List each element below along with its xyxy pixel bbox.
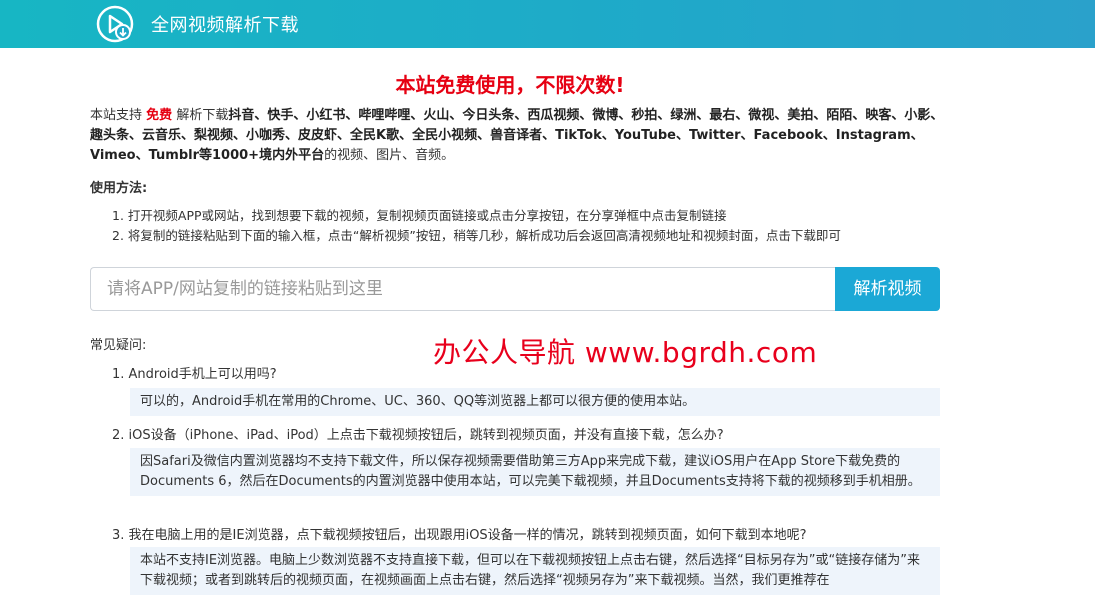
parse-video-button[interactable]: 解析视频 — [835, 267, 940, 311]
site-title[interactable]: 全网视频解析下载 — [151, 11, 299, 37]
headline: 本站免费使用，不限次数! — [395, 73, 625, 97]
faq-question: 3. 我在电脑上用的是IE浏览器，点下载视频按钮后，出现跟用iOS设备一样的情况… — [112, 528, 807, 543]
faq-answer: 因Safari及微信内置浏览器均不支持下载文件，所以保存视频需要借助第三方App… — [130, 448, 940, 496]
faq-question: 1. Android手机上可以用吗? — [112, 367, 277, 382]
faq-title: 常见疑问: — [90, 338, 147, 353]
usage-step: 2. 将复制的链接粘贴到下面的输入框，点击“解析视频”按钮，稍等几秒，解析成功后… — [112, 228, 841, 243]
intro-prefix: 本站支持 — [90, 108, 143, 123]
top-bar: 全网视频解析下载 — [0, 0, 1095, 48]
video-download-icon[interactable] — [96, 5, 134, 43]
faq-answer: 本站不支持IE浏览器。电脑上少数浏览器不支持直接下载，但可以在下载视频按钮上点击… — [130, 547, 940, 595]
faq-question: 2. iOS设备（iPhone、iPad、iPod）上点击下载视频按钮后，跳转到… — [112, 428, 724, 443]
usage-steps: 1. 打开视频APP或网站，找到想要下载的视频，复制视频页面链接或点击分享按钮，… — [112, 206, 841, 246]
intro-suffix: 的视频、图片、音频。 — [324, 148, 455, 163]
free-badge: 免费 — [146, 108, 173, 123]
faq-answer: 可以的，Android手机在常用的Chrome、UC、360、QQ等浏览器上都可… — [130, 388, 940, 416]
watermark-text: 办公人导航 www.bgrdh.com — [433, 336, 818, 369]
link-input[interactable]: 请将APP/网站复制的链接粘贴到这里 — [90, 267, 836, 311]
intro-middle: 解析下载 — [176, 108, 229, 123]
intro-text: 本站支持 免费 解析下载抖音、快手、小红书、哔哩哔哩、火山、今日头条、西瓜视频、… — [90, 106, 950, 166]
usage-step: 1. 打开视频APP或网站，找到想要下载的视频，复制视频页面链接或点击分享按钮，… — [112, 208, 727, 223]
usage-title: 使用方法: — [90, 181, 148, 196]
